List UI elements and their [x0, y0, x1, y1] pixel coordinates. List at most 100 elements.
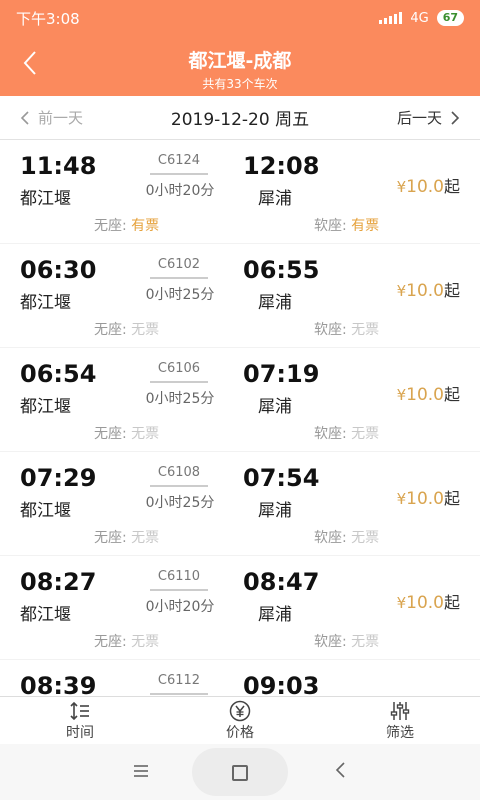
departure-time: 06:30 [20, 256, 97, 284]
currency-symbol: ¥ [396, 282, 407, 300]
arrival-station: 犀浦 [258, 605, 292, 625]
seat-soft: 软座: 无票 [314, 423, 379, 443]
duration: 0小时25分 [145, 391, 215, 407]
seat-status: 有票 [131, 218, 160, 234]
menu-icon[interactable] [132, 760, 150, 784]
train-number: C6112 [157, 673, 201, 688]
yuan-icon [229, 700, 251, 722]
train-list[interactable]: 11:48 都江堰 C6124 0小时20分 12:08 犀浦 ¥10.0起 无… [0, 140, 480, 696]
seat-label: 无座: [94, 322, 127, 338]
next-day-label: 后一天 [396, 109, 442, 127]
seat-no-seat: 无座: 无票 [94, 527, 159, 547]
duration: 0小时20分 [145, 183, 215, 199]
price-value: 10.0 [406, 385, 444, 405]
price: ¥10.0起 [397, 381, 460, 405]
status-indicators: 4G 67 [379, 10, 464, 26]
route-line [150, 485, 208, 487]
tab-filter-label: 筛选 [386, 725, 414, 741]
seat-label: 无座: [94, 530, 127, 546]
seat-status: 无票 [351, 322, 380, 338]
home-icon [232, 765, 248, 781]
arrival-time: 06:55 [243, 256, 320, 284]
seat-no-seat: 无座: 无票 [94, 631, 159, 651]
seat-status: 无票 [351, 634, 380, 650]
train-number: C6102 [157, 257, 201, 272]
seat-status: 无票 [131, 530, 160, 546]
train-count: 共有33个车次 [202, 77, 278, 91]
duration: 0小时20分 [145, 599, 215, 615]
arrival-time: 08:47 [243, 568, 320, 596]
route-line [150, 589, 208, 591]
price-value: 10.0 [406, 593, 444, 613]
arrival-time: 12:08 [243, 152, 320, 180]
train-card[interactable]: 11:48 都江堰 C6124 0小时20分 12:08 犀浦 ¥10.0起 无… [0, 140, 480, 243]
route-line [150, 693, 208, 695]
next-day-button[interactable]: 后一天 [397, 107, 460, 128]
system-nav-bar [0, 744, 480, 800]
current-date[interactable]: 2019-12-20 周五 [171, 105, 309, 130]
home-button[interactable] [192, 748, 288, 796]
network-type: 4G [410, 10, 429, 26]
tab-price-label: 价格 [226, 725, 254, 741]
seat-soft: 软座: 无票 [314, 319, 379, 339]
app-header: 都江堰-成都 共有33个车次 [0, 36, 480, 96]
seat-soft: 软座: 有票 [314, 215, 379, 235]
seat-no-seat: 无座: 无票 [94, 319, 159, 339]
back-button[interactable] [22, 50, 38, 82]
price-suffix: 起 [443, 385, 460, 404]
currency-symbol: ¥ [396, 386, 407, 404]
seat-status: 有票 [351, 218, 380, 234]
departure-time: 11:48 [20, 152, 97, 180]
price-suffix: 起 [443, 489, 460, 508]
price: ¥10.0起 [397, 277, 460, 301]
status-bar: 下午3:08 4G 67 [0, 0, 480, 36]
bottom-tab-bar: 时间 价格 筛选 [0, 696, 480, 745]
arrival-station: 犀浦 [258, 501, 292, 521]
price-value: 10.0 [406, 177, 444, 197]
tab-time[interactable]: 时间 [0, 697, 160, 745]
prev-day-button[interactable]: 前一天 [20, 107, 83, 128]
seat-status: 无票 [351, 426, 380, 442]
filter-sliders-icon [390, 702, 410, 720]
arrival-station: 犀浦 [258, 397, 292, 417]
price-suffix: 起 [443, 281, 460, 300]
prev-day-label: 前一天 [38, 109, 84, 127]
train-number: C6110 [157, 569, 201, 584]
train-card[interactable]: 08:27 都江堰 C6110 0小时20分 08:47 犀浦 ¥10.0起 无… [0, 556, 480, 659]
route-line [150, 173, 208, 175]
sort-time-icon [70, 701, 89, 721]
train-card[interactable]: 06:54 都江堰 C6106 0小时25分 07:19 犀浦 ¥10.0起 无… [0, 348, 480, 451]
price-value: 10.0 [406, 489, 444, 509]
seat-label: 无座: [94, 218, 127, 234]
train-number: C6108 [157, 465, 201, 480]
seat-no-seat: 无座: 无票 [94, 423, 159, 443]
seat-status: 无票 [131, 322, 160, 338]
departure-time: 06:54 [20, 360, 97, 388]
signal-icon [379, 12, 403, 24]
tab-time-label: 时间 [66, 725, 94, 741]
departure-station: 都江堰 [20, 501, 71, 521]
departure-station: 都江堰 [20, 293, 71, 313]
seat-label: 无座: [94, 634, 127, 650]
train-card[interactable]: 06:30 都江堰 C6102 0小时25分 06:55 犀浦 ¥10.0起 无… [0, 244, 480, 347]
price-suffix: 起 [443, 593, 460, 612]
seat-label: 软座: [314, 426, 347, 442]
chevron-left-icon [20, 110, 29, 125]
chevron-right-icon [451, 110, 460, 125]
status-time: 下午3:08 [16, 9, 80, 28]
tab-price[interactable]: 价格 [160, 697, 320, 745]
arrival-time: 07:19 [243, 360, 320, 388]
departure-station: 都江堰 [20, 397, 71, 417]
departure-time: 08:39 [20, 672, 97, 696]
nav-back-icon[interactable] [334, 760, 346, 784]
train-card[interactable]: 08:39 C6112 09:03 [0, 660, 480, 696]
train-card[interactable]: 07:29 都江堰 C6108 0小时25分 07:54 犀浦 ¥10.0起 无… [0, 452, 480, 555]
seat-label: 软座: [314, 530, 347, 546]
arrival-time: 07:54 [243, 464, 320, 492]
duration: 0小时25分 [145, 495, 215, 511]
tab-filter[interactable]: 筛选 [320, 697, 480, 745]
seat-label: 无座: [94, 426, 127, 442]
departure-station: 都江堰 [20, 189, 71, 209]
departure-station: 都江堰 [20, 605, 71, 625]
price-suffix: 起 [443, 177, 460, 196]
